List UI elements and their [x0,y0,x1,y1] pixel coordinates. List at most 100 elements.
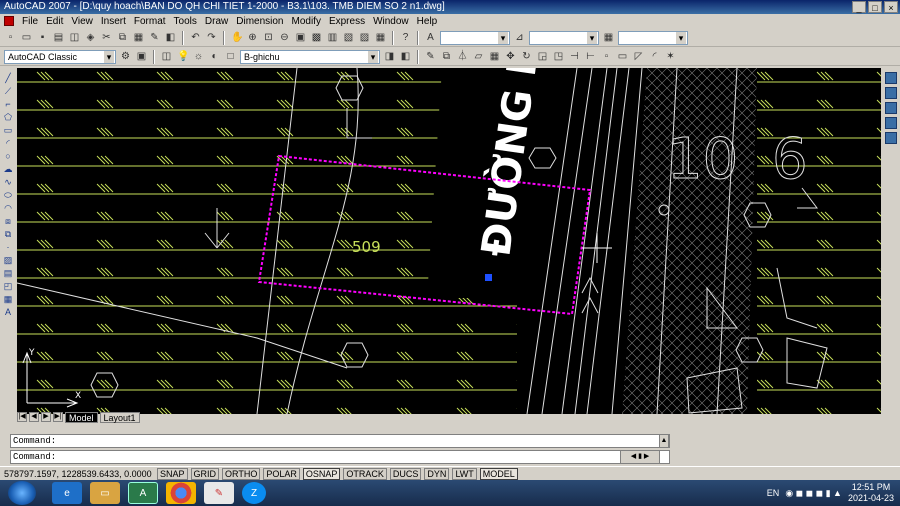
clock[interactable]: 12:51 PM 2021-04-23 [848,482,894,504]
draw-order-icon[interactable] [885,72,897,84]
undo-icon[interactable]: ↶ [189,31,202,44]
bring-to-front-icon[interactable] [885,87,897,99]
zoom-window-icon[interactable]: ⊡ [262,31,275,44]
language-indicator[interactable]: EN [767,488,780,498]
text-style-icon[interactable]: A [424,31,437,44]
new-icon[interactable]: ▫ [4,31,17,44]
next-tab-button[interactable]: ▶ [41,412,51,422]
rectangle-icon[interactable]: ▭ [2,124,14,136]
windows-start-icon[interactable] [8,481,36,505]
paint-icon[interactable]: ✎ [204,482,234,504]
construction-line-icon[interactable]: ⟋ [2,85,14,97]
preview-icon[interactable]: ◫ [68,31,81,44]
zoom-realtime-icon[interactable]: ⊕ [246,31,259,44]
table-style-icon[interactable]: ▦ [602,31,615,44]
send-to-back-icon[interactable] [885,102,897,114]
rotate-icon[interactable]: ↻ [520,50,533,63]
zalo-icon[interactable]: Z [242,482,266,504]
tray-icons[interactable]: ◉ ◼ ◼ ◼ ▮ ▲ [785,488,842,499]
workspace-settings-icon[interactable]: ⚙ [119,50,132,63]
calculator-icon[interactable]: ▦ [374,31,387,44]
file-explorer-icon[interactable]: ▭ [90,482,120,504]
move-icon[interactable]: ✥ [504,50,517,63]
text-style-select[interactable] [440,30,510,45]
ellipse-arc-icon[interactable]: ◠ [2,202,14,214]
send-under-icon[interactable] [885,132,897,144]
arc-icon[interactable]: ◜ [2,137,14,149]
open-icon[interactable]: ▭ [20,31,33,44]
ortho-toggle[interactable]: ORTHO [222,467,261,480]
make-object-layer-current-icon[interactable]: ◨ [383,50,396,63]
polygon-icon[interactable]: ⬠ [2,111,14,123]
scale-icon[interactable]: ◲ [536,50,549,63]
ellipse-icon[interactable]: ⬭ [2,189,14,201]
multiline-text-icon[interactable]: A [2,306,14,318]
table-icon[interactable]: ▦ [2,293,14,305]
menu-dimension[interactable]: Dimension [236,16,283,27]
selection-grip[interactable] [485,274,492,281]
ducs-toggle[interactable]: DUCS [389,467,422,480]
circle-icon[interactable]: ○ [2,150,14,162]
trim-icon[interactable]: ⊣ [568,50,581,63]
prev-tab-button[interactable]: ◀ [29,412,39,422]
point-icon[interactable]: · [2,241,14,253]
publish-icon[interactable]: ◈ [84,31,97,44]
otrack-toggle[interactable]: OTRACK [343,467,387,480]
menu-help[interactable]: Help [417,16,438,27]
dim-style-select[interactable] [529,30,599,45]
line-icon[interactable]: ╱ [2,72,14,84]
command-scrollbar[interactable]: ◀ ▮ ▶ [620,450,660,464]
autocad-taskbar-icon[interactable]: A [128,482,158,504]
minimize-button[interactable]: _ [852,1,866,13]
cut-icon[interactable]: ✂ [100,31,113,44]
snap-toggle[interactable]: SNAP [157,467,188,480]
offset-icon[interactable]: ▱ [472,50,485,63]
help-icon[interactable]: ? [399,31,412,44]
block-editor-icon[interactable]: ◧ [164,31,177,44]
design-center-icon[interactable]: ▩ [310,31,323,44]
pan-icon[interactable]: ✋ [230,31,243,44]
fillet-icon[interactable]: ◜ [648,50,661,63]
menu-view[interactable]: View [71,16,93,27]
copy-icon[interactable]: ⧉ [116,31,129,44]
mirror-icon[interactable]: ⏃ [456,50,469,63]
layer-manager-icon[interactable]: ◫ [160,50,173,63]
sheet-set-icon[interactable]: ▧ [342,31,355,44]
extend-icon[interactable]: ⊢ [584,50,597,63]
menu-file[interactable]: File [22,16,38,27]
make-block-icon[interactable]: ⧉ [2,228,14,240]
table-style-select[interactable] [618,30,688,45]
layer-previous-icon[interactable]: ◧ [399,50,412,63]
dyn-toggle[interactable]: DYN [424,467,450,480]
dim-style-icon[interactable]: ⊿ [513,31,526,44]
autocad-document-icon[interactable] [4,16,14,26]
tab-layout1[interactable]: Layout1 [99,411,140,423]
markup-icon[interactable]: ▨ [358,31,371,44]
copy-object-icon[interactable]: ⧉ [440,50,453,63]
menu-modify[interactable]: Modify [292,16,321,27]
model-toggle[interactable]: MODEL [479,467,518,480]
grid-toggle[interactable]: GRID [190,467,220,480]
erase-icon[interactable]: ✎ [424,50,437,63]
menu-express[interactable]: Express [329,16,365,27]
menu-format[interactable]: Format [134,16,166,27]
close-button[interactable]: × [884,1,898,13]
plot-icon[interactable]: ▤ [52,31,65,44]
insert-block-icon[interactable]: ⧈ [2,215,14,227]
drawing-canvas[interactable]: 509 10 6 ĐƯỜNG N Y X [17,68,881,414]
workspace-save-icon[interactable]: ▣ [135,50,148,63]
menu-draw[interactable]: Draw [205,16,228,27]
drawing-svg[interactable]: 509 10 6 ĐƯỜNG N Y X [17,68,881,414]
workspace-select[interactable]: AutoCAD Classic [4,49,116,64]
command-scroll-up[interactable]: ▲ [659,434,669,448]
chamfer-icon[interactable]: ◸ [632,50,645,63]
osnap-toggle[interactable]: OSNAP [302,467,341,480]
menu-tools[interactable]: Tools [174,16,197,27]
command-input[interactable]: Command: [10,450,670,464]
hatch-icon[interactable]: ▨ [2,254,14,266]
break-icon[interactable]: ▫ [600,50,613,63]
menu-insert[interactable]: Insert [101,16,126,27]
last-tab-button[interactable]: ▶| [53,412,63,422]
tool-palettes-icon[interactable]: ▥ [326,31,339,44]
stretch-icon[interactable]: ◳ [552,50,565,63]
